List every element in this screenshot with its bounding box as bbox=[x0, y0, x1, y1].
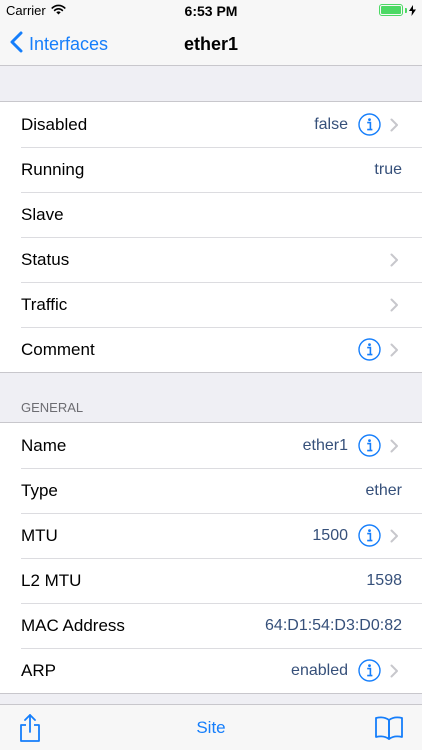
site-button[interactable]: Site bbox=[0, 705, 422, 750]
chevron-right-icon bbox=[390, 298, 402, 312]
row-mac-address: MAC Address 64:D1:54:D3:D0:82 bbox=[0, 603, 422, 648]
chevron-right-icon bbox=[390, 253, 402, 267]
row-label: Comment bbox=[21, 339, 95, 359]
row-label: Slave bbox=[21, 204, 64, 224]
row-disabled[interactable]: Disabled false bbox=[0, 102, 422, 147]
page-title: ether1 bbox=[183, 34, 239, 54]
row-type: Type ether bbox=[0, 468, 422, 513]
info-icon[interactable] bbox=[358, 113, 381, 136]
row-slave: Slave bbox=[0, 192, 422, 237]
row-label: ARP bbox=[21, 660, 56, 680]
row-label: L2 MTU bbox=[21, 570, 82, 590]
row-label: Running bbox=[21, 159, 85, 179]
row-label: Traffic bbox=[21, 294, 68, 314]
row-comment[interactable]: Comment bbox=[0, 327, 422, 372]
book-icon[interactable] bbox=[375, 716, 403, 745]
chevron-right-icon bbox=[390, 118, 402, 132]
interface-state-group: Disabled false Running true Slave Status Traff… bbox=[0, 101, 422, 373]
row-value: 64:D1:54:D3:D0:82 bbox=[265, 616, 402, 634]
info-icon[interactable] bbox=[358, 659, 381, 682]
chevron-right-icon bbox=[390, 439, 402, 453]
row-value: 1598 bbox=[366, 571, 402, 589]
settings-list: Disabled false Running true Slave Status Traff… bbox=[0, 66, 422, 694]
bottom-toolbar: Site bbox=[0, 704, 422, 750]
row-label: MTU bbox=[21, 525, 58, 545]
row-label: Status bbox=[21, 249, 70, 269]
info-icon[interactable] bbox=[358, 338, 381, 361]
status-bar: Carrier 6:53 PM bbox=[0, 0, 422, 22]
row-value: true bbox=[374, 160, 402, 178]
chevron-right-icon bbox=[390, 343, 402, 357]
info-icon[interactable] bbox=[358, 524, 381, 547]
row-name[interactable]: Name ether1 bbox=[0, 423, 422, 468]
charging-icon bbox=[409, 4, 416, 16]
row-value: enabled bbox=[291, 661, 348, 679]
row-l2-mtu: L2 MTU 1598 bbox=[0, 558, 422, 603]
info-icon[interactable] bbox=[358, 434, 381, 457]
row-label: Disabled bbox=[21, 114, 88, 134]
row-running: Running true bbox=[0, 147, 422, 192]
row-traffic[interactable]: Traffic bbox=[0, 282, 422, 327]
section-header-general: GENERAL bbox=[21, 400, 84, 415]
chevron-right-icon bbox=[390, 664, 402, 678]
row-value: false bbox=[314, 115, 348, 133]
row-label: Type bbox=[21, 480, 58, 500]
row-label: Name bbox=[21, 435, 67, 455]
row-label: MAC Address bbox=[21, 615, 125, 635]
row-value: 1500 bbox=[312, 526, 348, 544]
navigation-bar: Interfaces ether1 bbox=[0, 22, 422, 66]
row-status[interactable]: Status bbox=[0, 237, 422, 282]
row-mtu[interactable]: MTU 1500 bbox=[0, 513, 422, 558]
row-value: ether bbox=[365, 481, 402, 499]
chevron-right-icon bbox=[390, 529, 402, 543]
row-arp[interactable]: ARP enabled bbox=[0, 648, 422, 693]
general-group: Name ether1 Type ether MTU 1500 L2 MTU 1598 MAC … bbox=[0, 422, 422, 694]
battery-icon bbox=[379, 4, 416, 16]
status-time: 6:53 PM bbox=[184, 3, 238, 19]
row-value: ether1 bbox=[302, 436, 348, 454]
